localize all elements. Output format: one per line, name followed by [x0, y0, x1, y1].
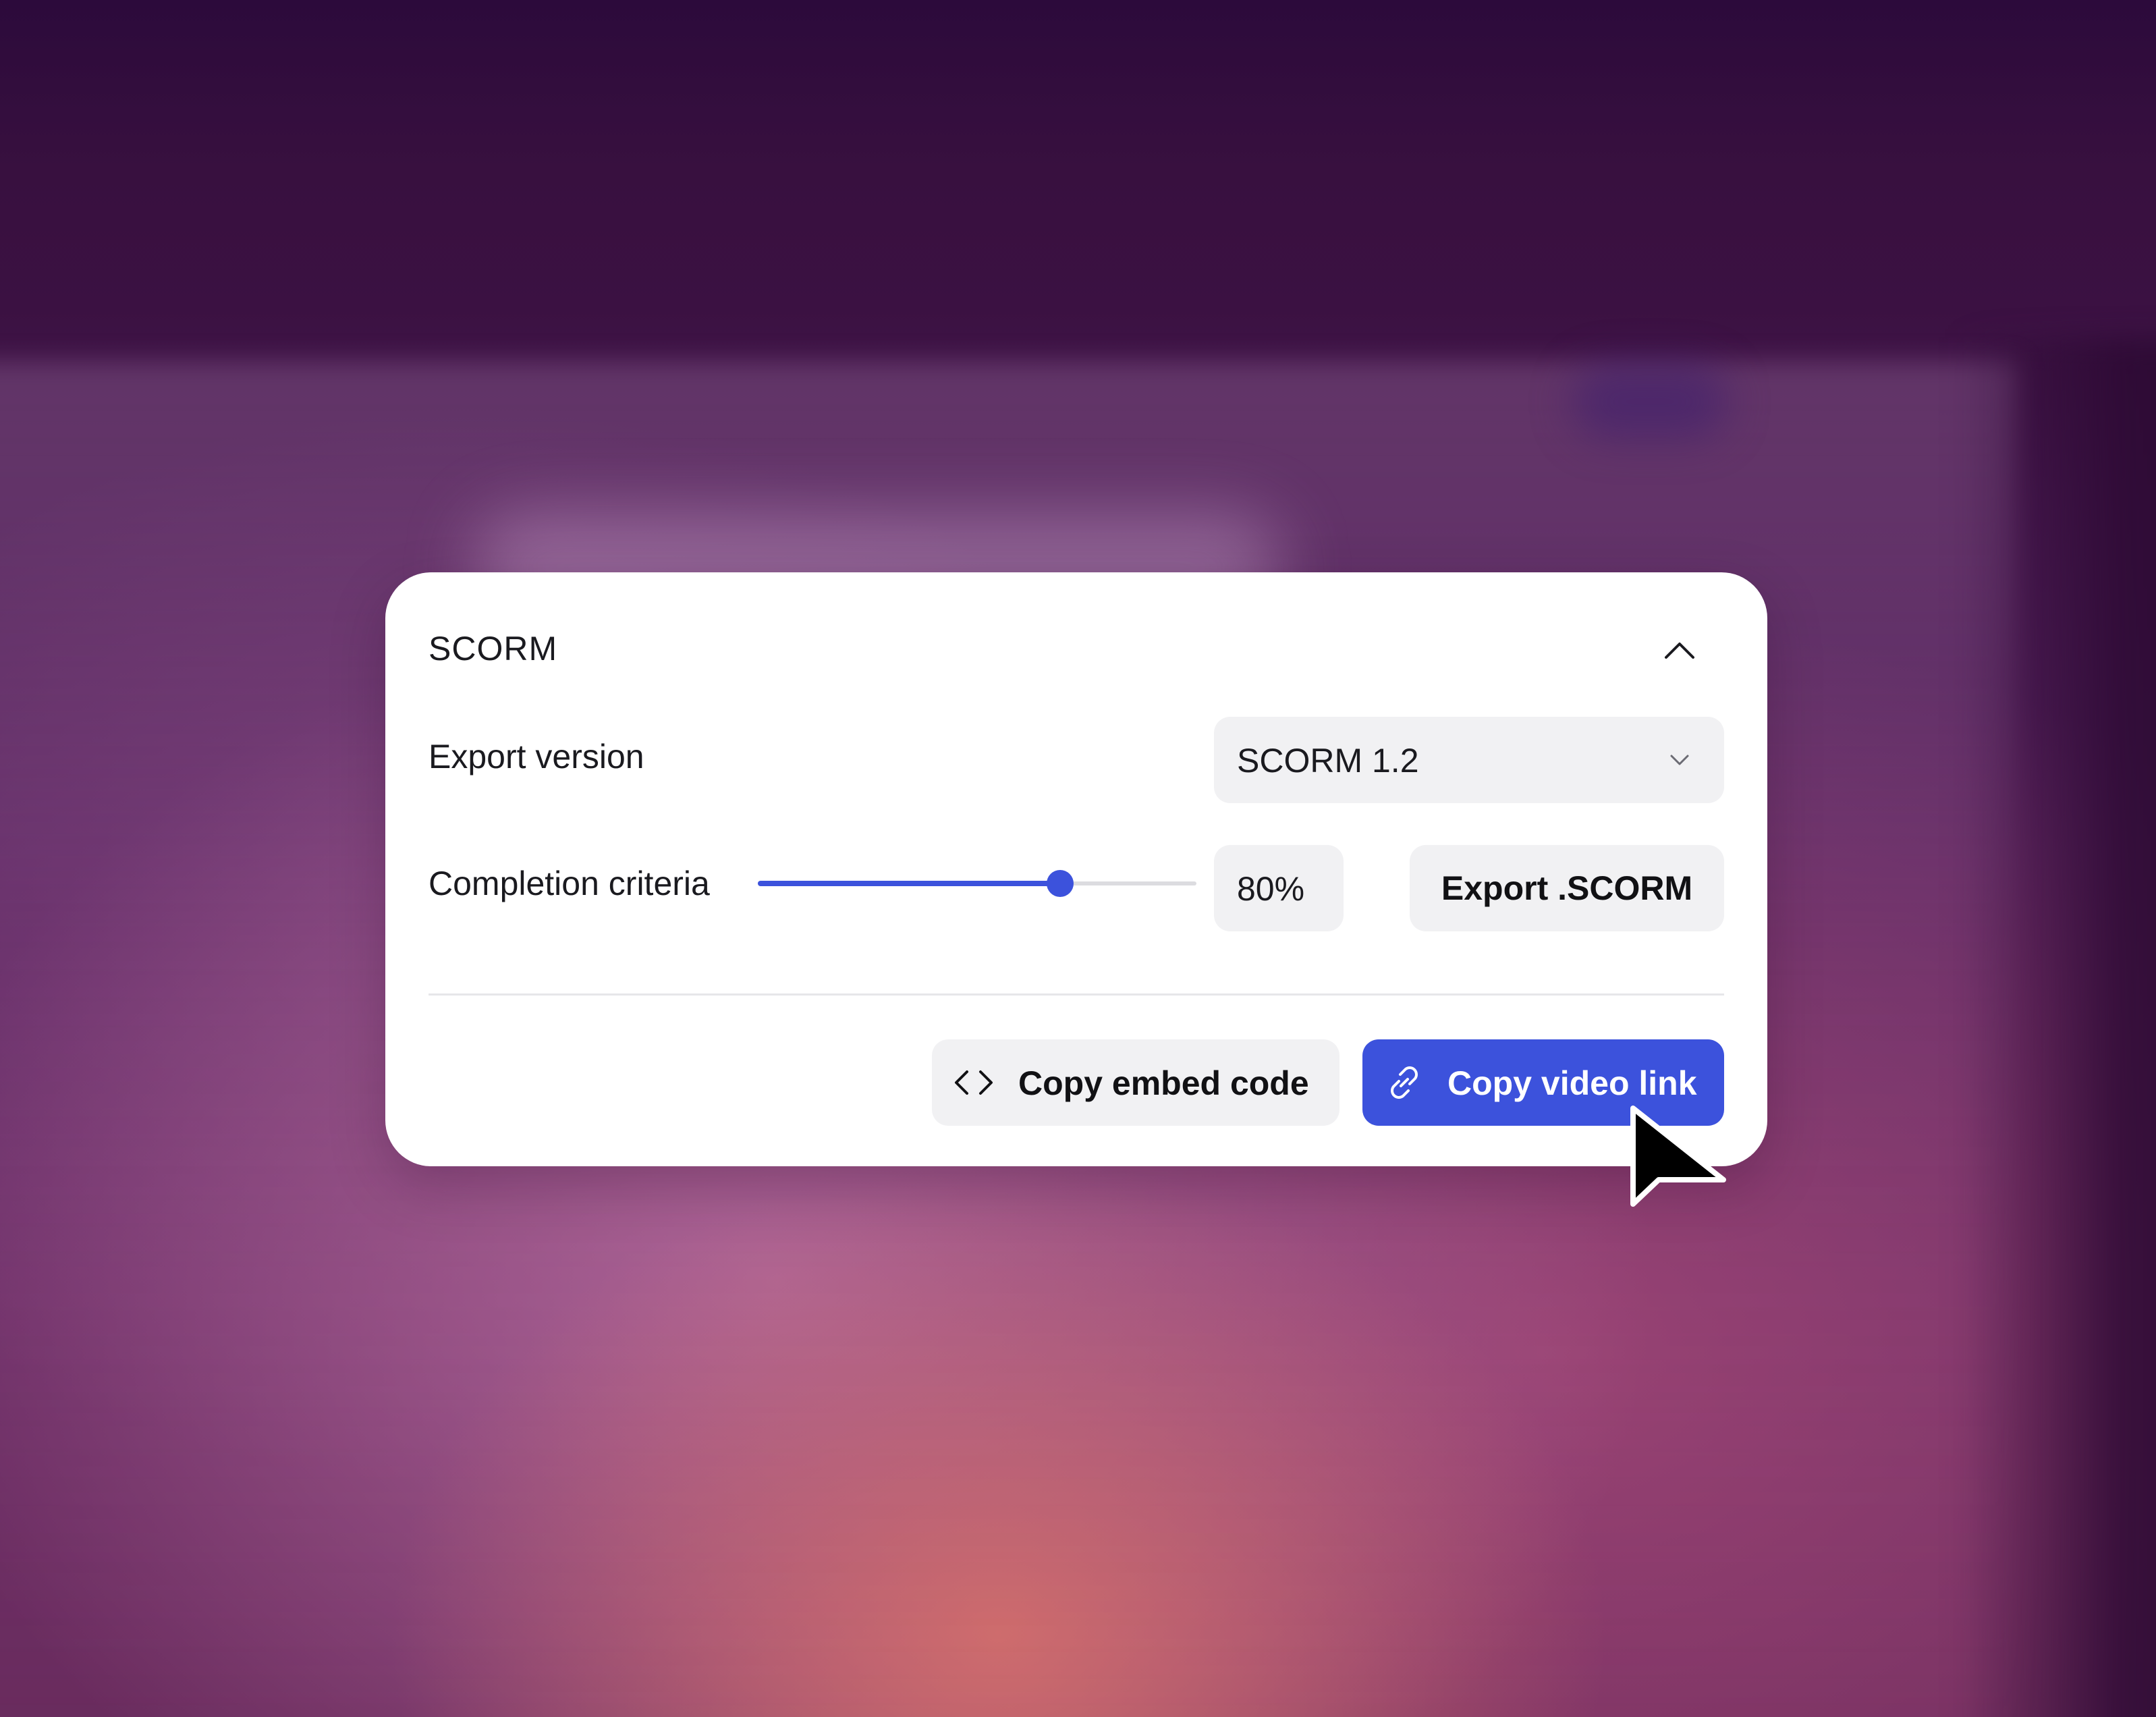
completion-percent-value: 80%	[1237, 870, 1305, 908]
export-scorm-button[interactable]: Export .SCORM	[1410, 845, 1724, 931]
code-brackets-icon	[955, 1070, 993, 1095]
blurred-avatar	[1572, 364, 1727, 439]
copy-embed-code-button[interactable]: Copy embed code	[932, 1039, 1339, 1126]
completion-criteria-label: Completion criteria	[429, 865, 710, 902]
mouse-pointer-icon	[1630, 1106, 1726, 1207]
export-version-value: SCORM 1.2	[1237, 742, 1419, 780]
scorm-settings-card: SCORM Export version SCORM 1.2 Completio…	[385, 572, 1767, 1166]
chevron-down-icon	[1670, 755, 1689, 765]
divider	[429, 993, 1724, 996]
export-version-label: Export version	[429, 738, 644, 775]
export-version-select[interactable]: SCORM 1.2	[1214, 717, 1724, 803]
collapse-button[interactable]	[1658, 629, 1701, 672]
section-title: SCORM	[429, 630, 558, 667]
chevron-up-icon	[1665, 643, 1694, 659]
completion-percent-field[interactable]: 80%	[1214, 845, 1344, 931]
background-shade	[1957, 337, 2156, 1717]
export-scorm-label: Export .SCORM	[1441, 869, 1693, 907]
copy-embed-code-label: Copy embed code	[1018, 1064, 1309, 1102]
link-icon	[1391, 1066, 1418, 1099]
completion-slider[interactable]	[758, 863, 1196, 904]
slider-thumb[interactable]	[1047, 870, 1074, 897]
copy-video-link-label: Copy video link	[1447, 1064, 1697, 1102]
slider-fill	[758, 881, 1060, 886]
